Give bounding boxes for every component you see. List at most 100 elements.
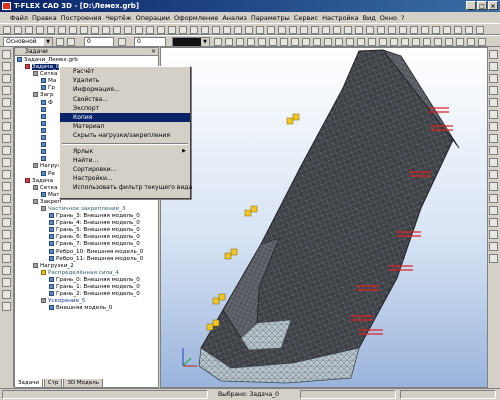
panel-tab[interactable]: Задачи — [14, 379, 43, 388]
draw-tool-icon[interactable] — [2, 50, 11, 59]
toolbar-tool-icon[interactable] — [432, 26, 440, 34]
draw-tool-icon[interactable] — [2, 146, 11, 155]
toolbar-tool-icon[interactable] — [201, 26, 209, 34]
color-combo[interactable]: ▼ — [172, 37, 210, 47]
toolbar-tool-icon[interactable] — [366, 26, 374, 34]
toolbar-tool-icon[interactable] — [454, 26, 462, 34]
toolbar-tool-icon[interactable] — [344, 26, 352, 34]
context-menu-item[interactable]: Сортировки... — [60, 165, 190, 174]
draw-tool-icon[interactable] — [2, 62, 11, 71]
tree-item[interactable]: Ребро_10: Внешняя модель_0 — [15, 248, 158, 256]
toolbar-tool-icon[interactable] — [25, 26, 33, 34]
draw-tool-icon[interactable] — [2, 278, 11, 287]
toolbar-tool-icon[interactable] — [58, 26, 66, 34]
view-tool-icon[interactable] — [489, 50, 498, 59]
toolbar-tool-icon[interactable] — [258, 38, 266, 46]
menu-item[interactable]: Анализ — [222, 14, 247, 22]
view-tool-icon[interactable] — [489, 134, 498, 143]
toolbar-tool-icon[interactable] — [322, 26, 330, 34]
context-menu-item[interactable]: Настройки... — [60, 174, 190, 183]
toolbar-tool-icon[interactable] — [67, 38, 75, 46]
context-menu-item[interactable]: Свойства... — [60, 95, 190, 104]
tree-item[interactable]: Ускорение_5 — [15, 298, 158, 305]
view-tool-icon[interactable] — [489, 122, 498, 131]
draw-tool-icon[interactable] — [2, 218, 11, 227]
num2-field[interactable]: 0 — [134, 37, 166, 47]
toolbar-tool-icon[interactable] — [236, 38, 244, 46]
toolbar-tool-icon[interactable] — [245, 26, 253, 34]
view-tool-icon[interactable] — [489, 182, 498, 191]
draw-tool-icon[interactable] — [2, 74, 11, 83]
toolbar-tool-icon[interactable] — [355, 26, 363, 34]
context-menu-item[interactable]: Найти... — [60, 156, 190, 165]
menu-item[interactable]: Окно — [380, 14, 397, 22]
toolbar-tool-icon[interactable] — [476, 26, 484, 34]
draw-tool-icon[interactable] — [2, 158, 11, 167]
toolbar-tool-icon[interactable] — [467, 38, 475, 46]
menu-item[interactable]: Чертёж — [105, 14, 131, 22]
view-tool-icon[interactable] — [489, 110, 498, 119]
draw-tool-icon[interactable] — [2, 194, 11, 203]
toolbar-tool-icon[interactable] — [313, 38, 321, 46]
toolbar-tool-icon[interactable] — [278, 26, 286, 34]
toolbar-tool-icon[interactable] — [399, 26, 407, 34]
draw-tool-icon[interactable] — [2, 170, 11, 179]
draw-tool-icon[interactable] — [2, 254, 11, 263]
menu-item[interactable]: Настройка — [322, 14, 358, 22]
tree-item[interactable]: Грань_1: Внешняя модель_0 — [15, 284, 158, 291]
context-menu-item[interactable]: Использовать фильтр текущего вида — [60, 183, 192, 192]
tree-item[interactable]: Грань_0: Внешняя модель_0 — [15, 276, 158, 284]
maximize-button[interactable]: □ — [477, 1, 487, 10]
view-tool-icon[interactable] — [489, 98, 498, 107]
toolbar-tool-icon[interactable] — [311, 26, 319, 34]
view-tool-icon[interactable] — [489, 170, 498, 179]
draw-tool-icon[interactable] — [2, 302, 11, 311]
tree-item[interactable]: Грань_7: Внешняя модель_0 — [15, 241, 158, 248]
toolbar-tool-icon[interactable] — [324, 38, 332, 46]
toolbar-tool-icon[interactable] — [333, 26, 341, 34]
toolbar-tool-icon[interactable] — [3, 26, 11, 34]
toolbar-tool-icon[interactable] — [212, 26, 220, 34]
toolbar-tool-icon[interactable] — [357, 38, 365, 46]
tree-item[interactable]: Грань_2: Внешняя модель_0 — [15, 291, 158, 298]
toolbar-tool-icon[interactable] — [80, 26, 88, 34]
menu-item[interactable]: Операции — [136, 14, 170, 22]
context-menu-item[interactable]: Материал — [60, 122, 190, 131]
tree-item[interactable]: Задачи_Лемех.grb — [15, 57, 158, 64]
toolbar-tool-icon[interactable] — [346, 38, 354, 46]
toolbar-tool-icon[interactable] — [445, 38, 453, 46]
view-tool-icon[interactable] — [489, 62, 498, 71]
toolbar-tool-icon[interactable] — [269, 38, 277, 46]
context-menu-item[interactable]: Скрыть нагрузки/закрепления — [60, 131, 190, 140]
toolbar-tool-icon[interactable] — [36, 26, 44, 34]
tree-item[interactable]: Грань_5: Внешняя модель_0 — [15, 227, 158, 234]
view-tool-icon[interactable] — [489, 74, 498, 83]
toolbar-tool-icon[interactable] — [368, 38, 376, 46]
toolbar-tool-icon[interactable] — [390, 38, 398, 46]
draw-tool-icon[interactable] — [2, 230, 11, 239]
toolbar-tool-icon[interactable] — [56, 38, 64, 46]
draw-tool-icon[interactable] — [2, 242, 11, 251]
toolbar-tool-icon[interactable] — [300, 26, 308, 34]
toolbar-tool-icon[interactable] — [214, 38, 222, 46]
context-menu-item[interactable]: Расчёт — [60, 67, 190, 76]
menu-item[interactable]: Параметры — [251, 14, 290, 22]
view-tool-icon[interactable] — [489, 86, 498, 95]
view-tool-icon[interactable] — [489, 206, 498, 215]
tree-item[interactable]: Внешняя модель_0 — [15, 305, 158, 312]
view-tool-icon[interactable] — [489, 158, 498, 167]
toolbar-tool-icon[interactable] — [234, 26, 242, 34]
3d-viewport[interactable] — [160, 47, 488, 388]
toolbar-tool-icon[interactable] — [223, 26, 231, 34]
toolbar-tool-icon[interactable] — [421, 26, 429, 34]
minimize-button[interactable]: _ — [466, 1, 476, 10]
toolbar-tool-icon[interactable] — [146, 26, 154, 34]
toolbar-tool-icon[interactable] — [113, 26, 121, 34]
toolbar-tool-icon[interactable] — [157, 26, 165, 34]
toolbar-tool-icon[interactable] — [377, 26, 385, 34]
close-button[interactable]: × — [488, 1, 498, 10]
draw-tool-icon[interactable] — [2, 110, 11, 119]
context-menu-item[interactable]: Экспорт — [60, 104, 190, 113]
toolbar-tool-icon[interactable] — [412, 38, 420, 46]
toolbar-tool-icon[interactable] — [465, 26, 473, 34]
